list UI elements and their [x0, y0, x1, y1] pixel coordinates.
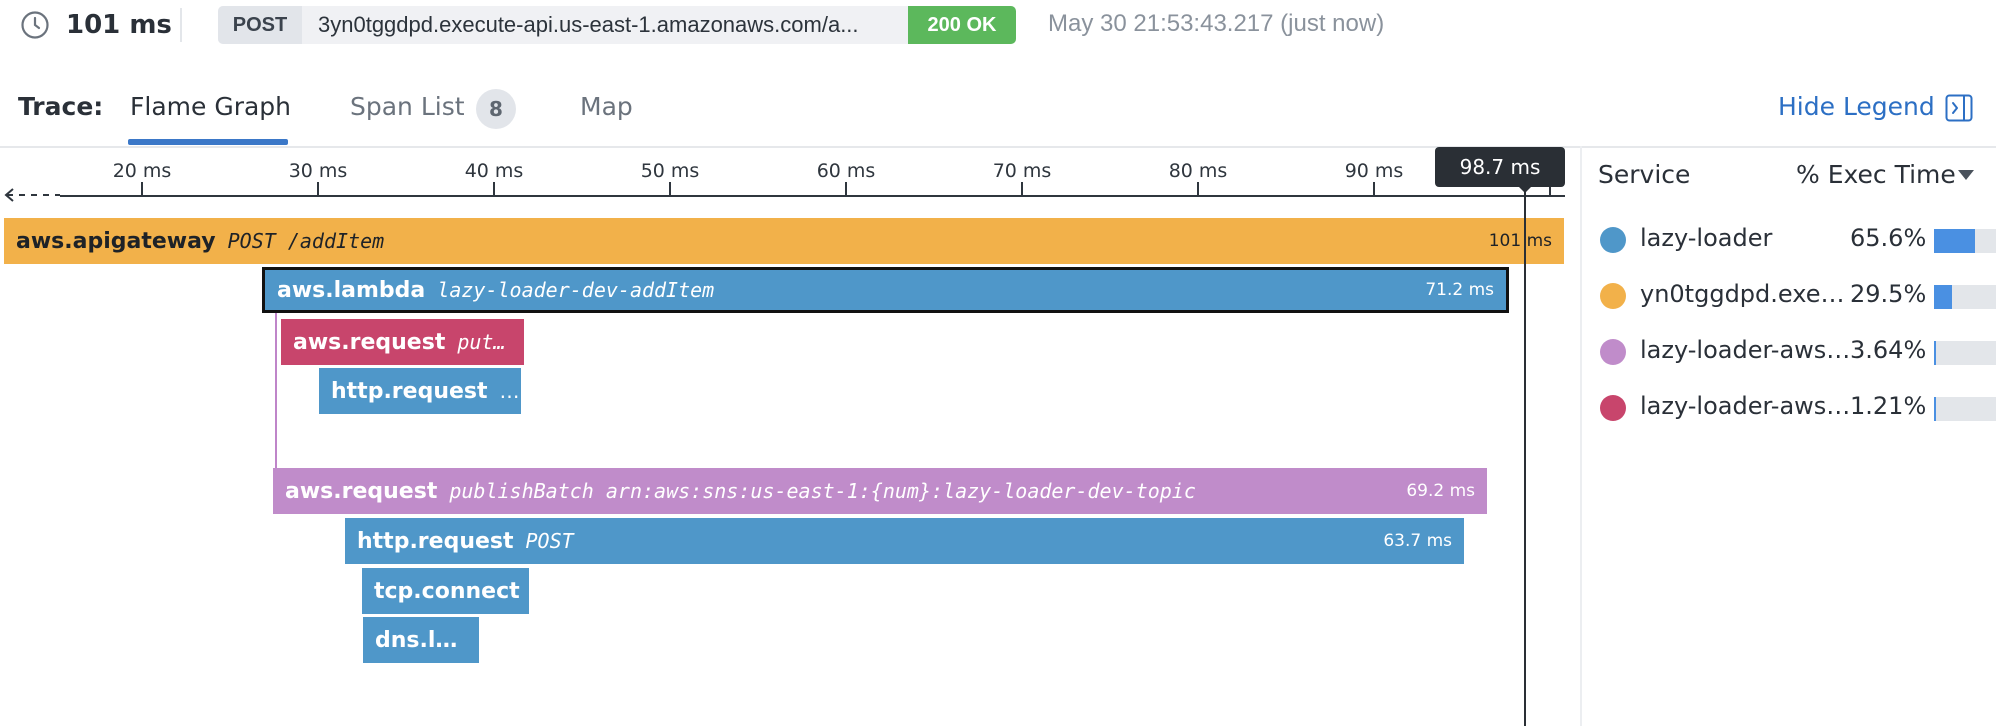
tick-mark — [845, 182, 847, 196]
exec-time-bar — [1934, 397, 1996, 421]
exec-time-bar — [1934, 285, 1996, 309]
span-bar[interactable]: aws.request publishBatch arn:aws:sns:us-… — [273, 468, 1487, 514]
span-bar[interactable]: http.request … — [319, 368, 521, 414]
span-resource: … — [499, 379, 520, 403]
time-axis — [60, 195, 1565, 197]
service-color-dot — [1600, 227, 1626, 253]
span-service: aws.request — [285, 478, 438, 504]
tick-label: 70 ms — [992, 160, 1052, 182]
legend-service-name: lazy-loader-aws… — [1640, 392, 1851, 420]
span-duration: 69.2 ms — [1406, 481, 1475, 501]
tab-span-list[interactable]: Span List — [350, 92, 465, 121]
tick-label: 90 ms — [1344, 160, 1404, 182]
cursor-time-tooltip: 98.7 ms — [1435, 147, 1565, 187]
span-service: aws.lambda — [277, 277, 426, 303]
legend-divider — [1580, 146, 1582, 726]
trace-timestamp: May 30 21:53:43.217 (just now) — [1048, 10, 1385, 37]
span-bar[interactable]: dns.l… — [363, 617, 479, 663]
request-summary: POST 3yn0tggdpd.execute-api.us-east-1.am… — [218, 6, 1016, 44]
span-bar[interactable]: http.request POST 63.7 ms — [345, 518, 1464, 564]
legend-exec-pct: 1.21% — [1850, 392, 1927, 420]
tick-label: 20 ms — [112, 160, 172, 182]
service-color-dot — [1600, 339, 1626, 365]
tab-flame-graph[interactable]: Flame Graph — [130, 92, 291, 121]
tick-label: 60 ms — [816, 160, 876, 182]
span-service: aws.request — [293, 329, 446, 355]
span-bar[interactable]: aws.apigateway POST /addItem 101 ms — [4, 218, 1564, 264]
exec-time-bar — [1934, 341, 1996, 365]
status-badge: 200 OK — [908, 6, 1016, 44]
legend-item[interactable]: lazy-loader-aws… 3.64% — [1598, 332, 1996, 372]
time-ruler: 20 ms 30 ms 40 ms 50 ms 60 ms 70 ms 80 m… — [0, 148, 1580, 198]
legend-header-exec-time[interactable]: % Exec Time — [1796, 160, 1956, 189]
span-connector — [275, 310, 277, 470]
span-duration: 101 ms — [1488, 231, 1552, 251]
exec-time-bar-fill — [1934, 341, 1936, 365]
span-duration: 71.2 ms — [1425, 280, 1494, 300]
tick-label: 50 ms — [640, 160, 700, 182]
http-method-badge: POST — [218, 6, 302, 44]
span-resource: POST /addItem — [227, 229, 385, 253]
tick-mark — [141, 182, 143, 196]
span-service: http.request — [357, 528, 514, 554]
trace-duration: 101 ms — [66, 10, 172, 40]
hide-legend-link[interactable]: Hide Legend — [1778, 92, 1935, 121]
span-bar[interactable]: aws.request put… — [281, 319, 524, 365]
tick-label: 40 ms — [464, 160, 524, 182]
tick-mark — [1373, 182, 1375, 196]
tick-label: 30 ms — [288, 160, 348, 182]
tick-label: 80 ms — [1168, 160, 1228, 182]
legend-exec-pct: 29.5% — [1850, 280, 1927, 308]
span-bar-selected[interactable]: aws.lambda lazy-loader-dev-addItem 71.2 … — [262, 267, 1509, 313]
exec-time-bar-fill — [1934, 229, 1975, 253]
legend-exec-pct: 65.6% — [1850, 224, 1927, 252]
service-color-dot — [1600, 395, 1626, 421]
span-service: tcp.connect — [374, 578, 520, 604]
span-resource: lazy-loader-dev-addItem — [437, 278, 715, 302]
exec-time-bar-fill — [1934, 397, 1936, 421]
header-divider — [180, 8, 182, 42]
legend-item[interactable]: yn0tggdpd.exe… 29.5% — [1598, 276, 1996, 316]
span-resource: put… — [457, 330, 506, 354]
span-count-badge: 8 — [476, 89, 516, 129]
request-url: 3yn0tggdpd.execute-api.us-east-1.amazona… — [318, 12, 859, 37]
trace-label: Trace: — [18, 92, 104, 121]
legend-service-name: lazy-loader-aws… — [1640, 336, 1851, 364]
tab-map[interactable]: Map — [580, 92, 633, 121]
exec-time-bar-fill — [1934, 285, 1952, 309]
span-resource: publishBatch arn:aws:sns:us-east-1:{num}… — [449, 479, 1196, 503]
tick-mark — [1021, 182, 1023, 196]
legend-item[interactable]: lazy-loader-aws… 1.21% — [1598, 388, 1996, 428]
span-resource: POST — [525, 529, 574, 553]
tick-mark — [317, 182, 319, 196]
tick-mark — [493, 182, 495, 196]
span-service: dns.l… — [375, 627, 458, 653]
service-color-dot — [1600, 283, 1626, 309]
active-tab-indicator — [128, 139, 288, 145]
span-service: aws.apigateway — [16, 228, 216, 254]
legend-item[interactable]: lazy-loader 65.6% — [1598, 220, 1996, 260]
legend-service-name: yn0tggdpd.exe… — [1640, 280, 1845, 308]
span-bar[interactable]: tcp.connect — [362, 568, 529, 614]
span-duration: 63.7 ms — [1383, 531, 1452, 551]
scroll-left-arrow-icon[interactable] — [4, 186, 60, 204]
exec-time-bar — [1934, 229, 1996, 253]
clock-icon — [21, 11, 49, 39]
tick-mark — [1197, 182, 1199, 196]
legend-exec-pct: 3.64% — [1850, 336, 1927, 364]
tooltip-pointer — [1518, 186, 1532, 193]
legend-service-name: lazy-loader — [1640, 224, 1773, 252]
legend-header-service[interactable]: Service — [1598, 160, 1690, 189]
collapse-panel-icon[interactable] — [1945, 94, 1973, 122]
time-cursor[interactable] — [1524, 186, 1526, 726]
tick-mark — [669, 182, 671, 196]
span-service: http.request — [331, 378, 488, 404]
sort-caret-icon[interactable] — [1958, 170, 1974, 180]
